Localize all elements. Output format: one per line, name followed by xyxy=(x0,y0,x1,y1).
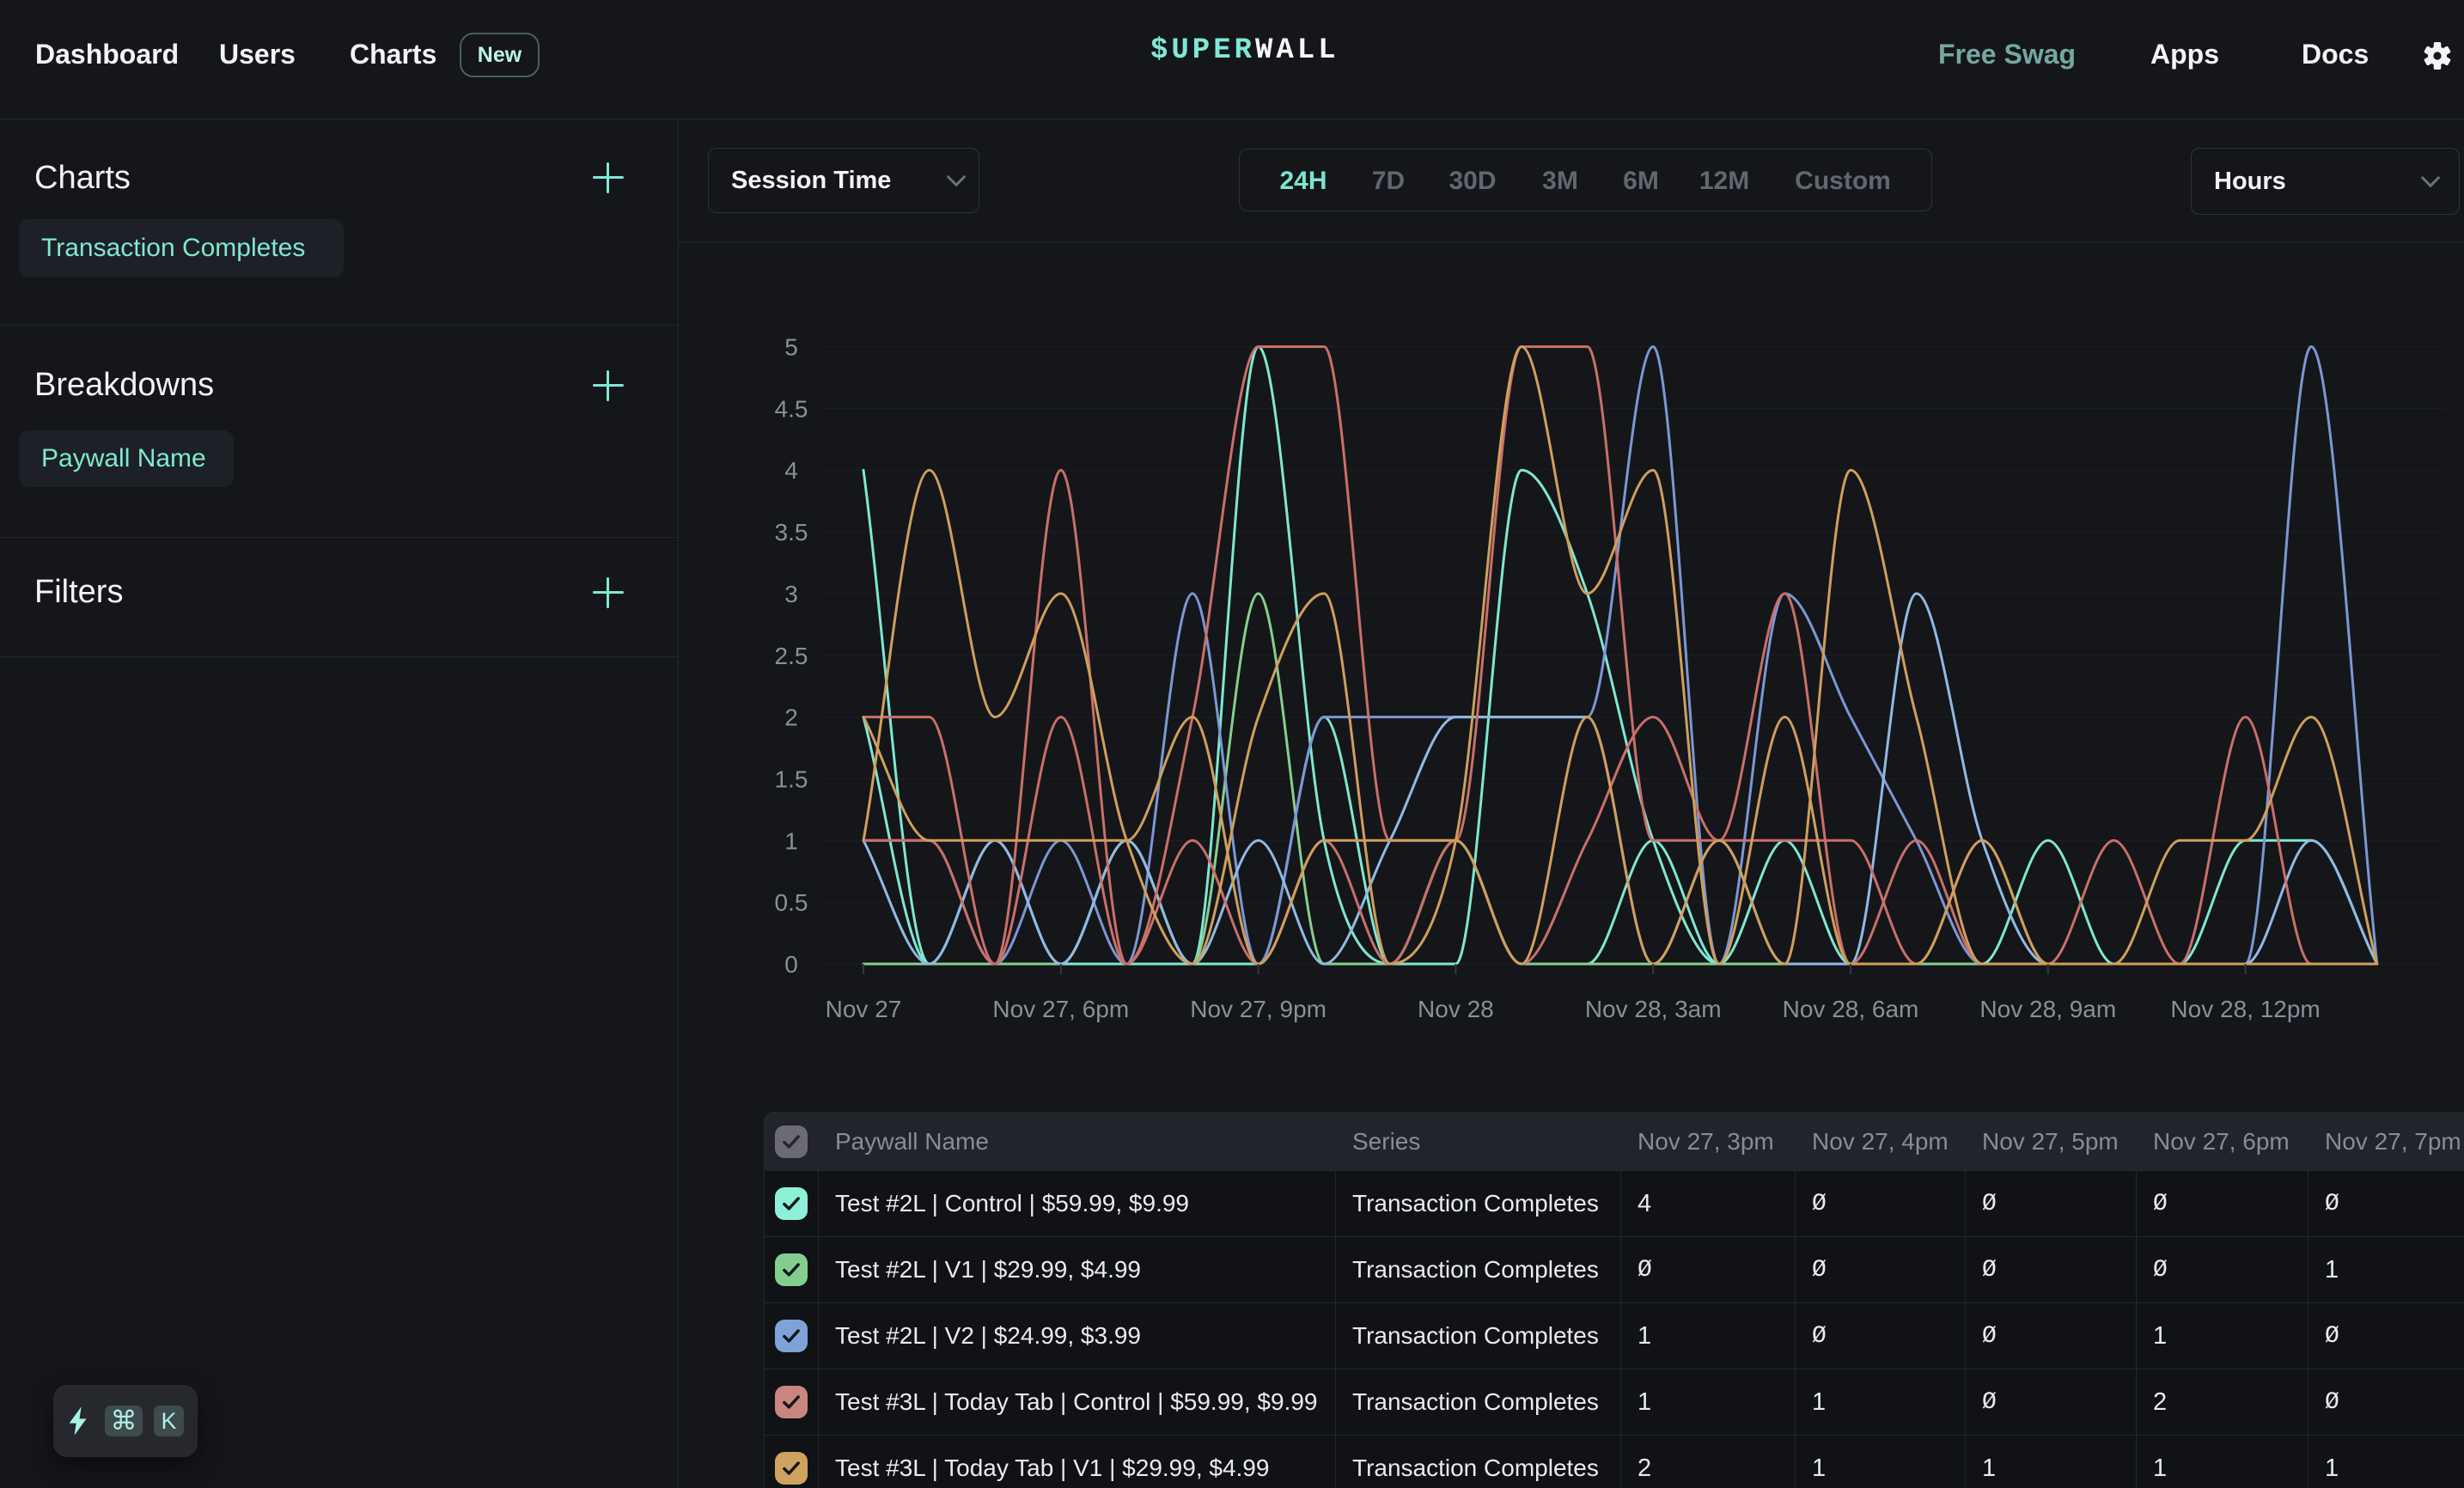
svg-text:Nov 27: Nov 27 xyxy=(826,996,902,1022)
svg-text:2: 2 xyxy=(784,704,798,731)
svg-text:Nov 27, 6pm: Nov 27, 6pm xyxy=(992,996,1129,1022)
svg-text:1.5: 1.5 xyxy=(775,766,808,793)
svg-text:Nov 28, 3am: Nov 28, 3am xyxy=(1585,996,1722,1022)
svg-text:0.5: 0.5 xyxy=(775,889,808,916)
svg-text:0: 0 xyxy=(784,951,798,978)
svg-text:5: 5 xyxy=(784,334,798,361)
svg-text:4: 4 xyxy=(784,457,798,484)
svg-text:Nov 28, 12pm: Nov 28, 12pm xyxy=(2170,996,2320,1022)
svg-text:4.5: 4.5 xyxy=(775,395,808,422)
svg-text:Nov 27, 9pm: Nov 27, 9pm xyxy=(1190,996,1327,1022)
svg-text:Nov 28: Nov 28 xyxy=(1418,996,1494,1022)
svg-text:Nov 28, 6am: Nov 28, 6am xyxy=(1783,996,1919,1022)
svg-text:3.5: 3.5 xyxy=(775,519,808,546)
svg-text:Nov 28, 9am: Nov 28, 9am xyxy=(1979,996,2116,1022)
svg-text:2.5: 2.5 xyxy=(775,643,808,669)
svg-text:1: 1 xyxy=(784,827,798,854)
svg-text:3: 3 xyxy=(784,581,798,607)
